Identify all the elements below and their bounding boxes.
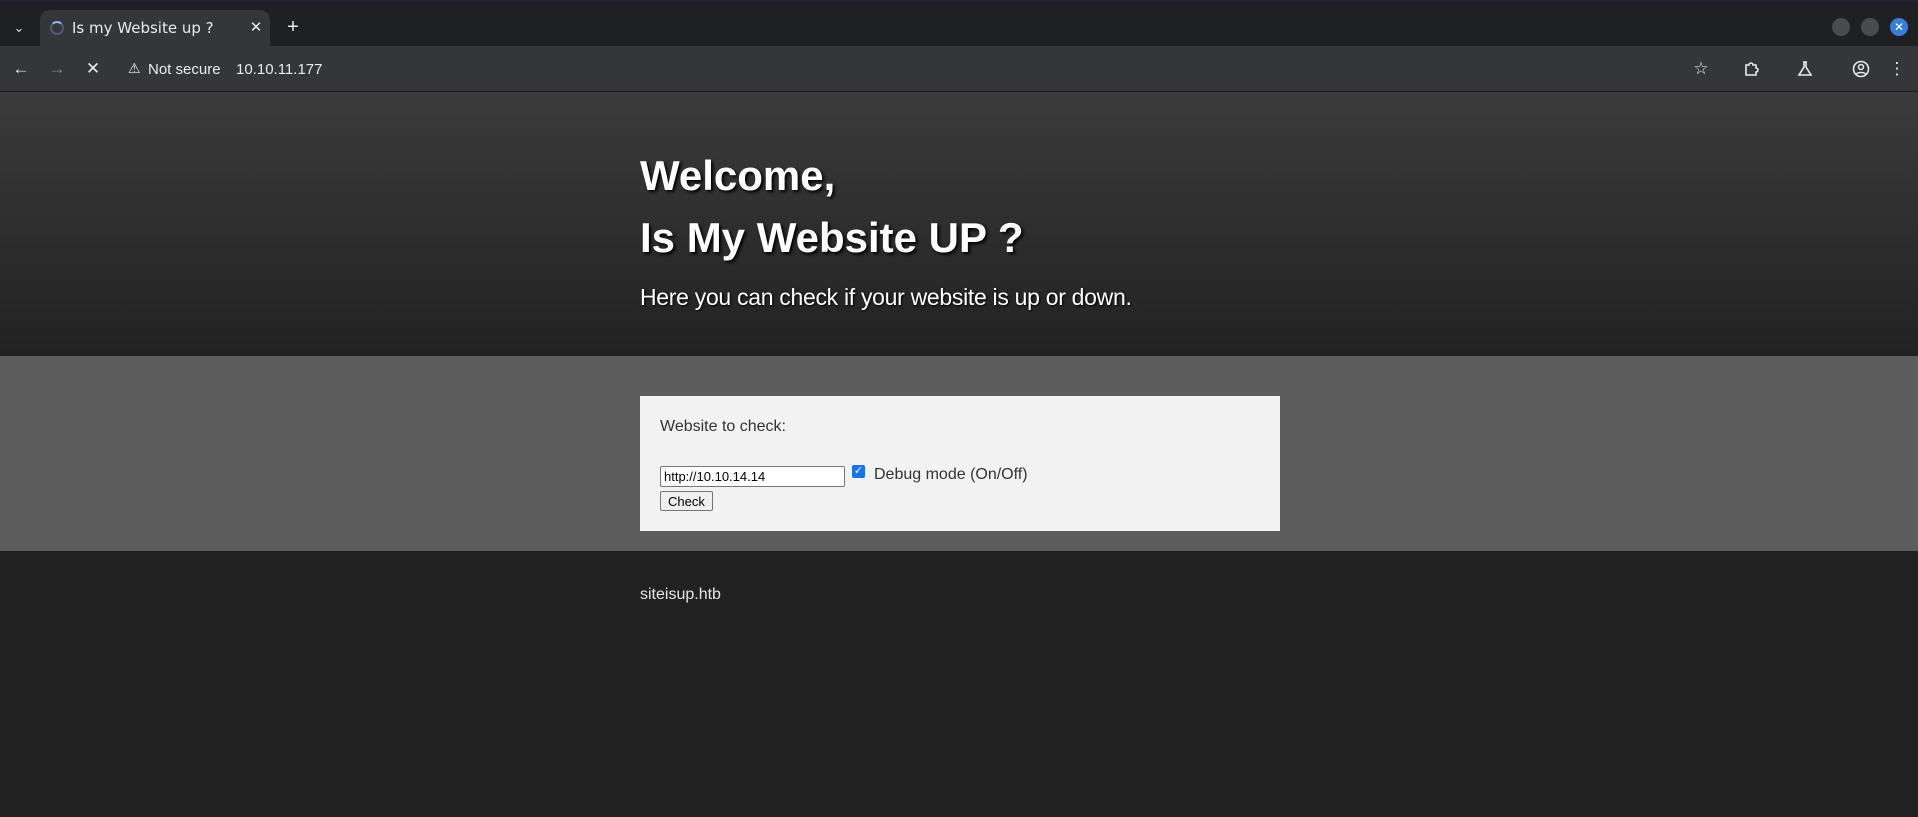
- footer-site-name: siteisup.htb: [640, 586, 721, 603]
- check-form: Website to check: ✓ Debug mode (On/Off) …: [640, 396, 1280, 531]
- address-bar[interactable]: ⚠ Not secure 10.10.11.177: [122, 52, 1722, 86]
- loading-spinner-icon: [50, 21, 64, 35]
- browser-toolbar: ← → ✕ ⚠ Not secure 10.10.11.177 ☆ ⋮: [0, 46, 1918, 92]
- window-close-button[interactable]: ✕: [1890, 18, 1908, 36]
- debug-mode-checkbox[interactable]: ✓: [852, 465, 865, 478]
- form-section: Website to check: ✓ Debug mode (On/Off) …: [0, 356, 1918, 551]
- flask-icon: [1797, 61, 1813, 76]
- page-title: Is My Website UP ?: [640, 214, 1024, 261]
- bookmark-button[interactable]: ☆: [1689, 57, 1713, 81]
- arrow-right-icon: →: [48, 59, 66, 78]
- website-url-input[interactable]: [660, 466, 845, 487]
- back-button[interactable]: ←: [9, 57, 33, 81]
- close-icon: ✕: [85, 59, 101, 78]
- arrow-left-icon: ←: [12, 59, 30, 78]
- star-icon: ☆: [1693, 59, 1709, 78]
- new-tab-button[interactable]: +: [282, 16, 304, 38]
- minimize-button[interactable]: [1832, 18, 1850, 36]
- tab-close-icon[interactable]: ✕: [246, 18, 266, 38]
- security-label[interactable]: Not secure: [148, 61, 221, 78]
- active-tab[interactable]: Is my Website up ? ✕: [40, 10, 270, 48]
- warning-triangle-icon: ⚠: [128, 60, 141, 76]
- page-subtitle: Here you can check if your website is up…: [640, 284, 1132, 310]
- account-circle-icon: [1852, 60, 1870, 78]
- puzzle-icon: [1745, 62, 1759, 76]
- tab-strip: ⌄ Is my Website up ? ✕ + ✕: [0, 0, 1918, 48]
- url-text[interactable]: 10.10.11.177: [236, 61, 322, 78]
- close-icon: ✕: [1893, 20, 1905, 34]
- menu-button[interactable]: ⋮: [1885, 57, 1909, 81]
- forward-button[interactable]: →: [45, 57, 69, 81]
- check-button[interactable]: Check: [660, 491, 713, 511]
- hero-header: Welcome, Is My Website UP ? Here you can…: [0, 92, 1918, 357]
- maximize-button[interactable]: [1861, 18, 1879, 36]
- extensions-button[interactable]: [1740, 57, 1764, 81]
- tab-title: Is my Website up ?: [72, 19, 214, 37]
- labs-button[interactable]: [1793, 57, 1817, 81]
- more-vertical-icon: ⋮: [1888, 59, 1906, 78]
- tab-search-button[interactable]: ⌄: [8, 17, 30, 39]
- website-label: Website to check:: [660, 418, 786, 435]
- chevron-down-icon: ⌄: [13, 20, 25, 35]
- checkmark-icon: ✓: [853, 465, 864, 477]
- profile-button[interactable]: [1849, 57, 1873, 81]
- stop-loading-button[interactable]: ✕: [81, 57, 105, 81]
- debug-mode-label[interactable]: Debug mode (On/Off): [874, 466, 1028, 484]
- welcome-heading: Welcome,: [640, 152, 836, 199]
